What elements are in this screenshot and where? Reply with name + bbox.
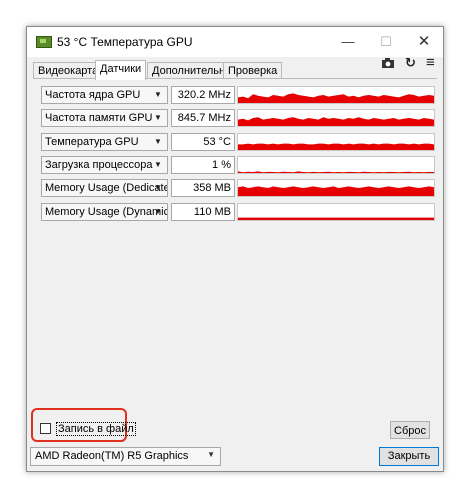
sensor-name-dropdown[interactable]: Загрузка процессора [41,156,168,174]
tab-sensors[interactable]: Датчики [95,60,147,80]
tab-validation[interactable]: Проверка [223,62,283,79]
sensor-value: 320.2 MHz [171,86,235,104]
gpu-z-window: 53 °C Температура GPU — ☐ ✕ Видеокарта Д… [26,26,444,472]
chevron-down-icon[interactable]: ▼ [152,179,164,197]
reset-button[interactable]: Сброс [390,421,430,439]
sensor-graph [237,156,435,174]
sensor-value: 53 °C [171,133,235,151]
sensor-graph-area [238,217,434,220]
chevron-down-icon: ▼ [207,450,215,459]
sensor-value: 845.7 MHz [171,109,235,127]
maximize-button[interactable]: ☐ [367,27,405,57]
sensor-name-dropdown[interactable]: Memory Usage (Dedicated) [41,179,168,197]
sensor-name-dropdown[interactable]: Частота памяти GPU [41,109,168,127]
gpu-selector[interactable]: AMD Radeon(TM) R5 Graphics ▼ [30,447,221,466]
log-to-file-label[interactable]: Запись в файл [56,422,136,436]
sensor-graph [237,203,435,221]
camera-icon[interactable] [381,57,395,72]
gpu-selector-value: AMD Radeon(TM) R5 Graphics [35,450,189,462]
sensor-value: 1 % [171,156,235,174]
chevron-down-icon[interactable]: ▼ [152,156,164,174]
sensor-value: 358 MB [171,179,235,197]
sensor-graph [237,109,435,127]
sensor-graph [237,179,435,197]
sensor-name-dropdown[interactable]: Частота ядра GPU [41,86,168,104]
sensor-graph [237,133,435,151]
minimize-button[interactable]: — [329,27,367,57]
sensor-name-dropdown[interactable]: Температура GPU [41,133,168,151]
tab-graphics-card[interactable]: Видеокарта [33,62,104,79]
sensor-graph-area [238,143,434,150]
log-to-file-checkbox[interactable] [40,423,51,434]
window-title: 53 °C Температура GPU [57,35,193,49]
sensor-graph-area [238,93,434,103]
sensor-graph-area [238,117,434,126]
chevron-down-icon[interactable]: ▼ [152,109,164,127]
close-window-button[interactable]: ✕ [405,27,443,57]
sensor-name-dropdown[interactable]: Memory Usage (Dynamic) [41,203,168,221]
sensor-graph-area [238,171,434,173]
tab-divider [33,78,437,79]
hamburger-icon[interactable]: ≡ [426,54,435,71]
refresh-icon[interactable]: ↻ [405,55,416,71]
chevron-down-icon[interactable]: ▼ [152,86,164,104]
chevron-down-icon[interactable]: ▼ [152,133,164,151]
chevron-down-icon[interactable]: ▼ [152,203,164,221]
title-bar[interactable]: 53 °C Температура GPU — ☐ ✕ [27,27,443,57]
close-button[interactable]: Закрыть [379,447,439,466]
sensor-graph [237,86,435,104]
sensor-value: 110 MB [171,203,235,221]
gpu-app-icon [36,36,52,48]
sensor-graph-area [238,186,434,196]
